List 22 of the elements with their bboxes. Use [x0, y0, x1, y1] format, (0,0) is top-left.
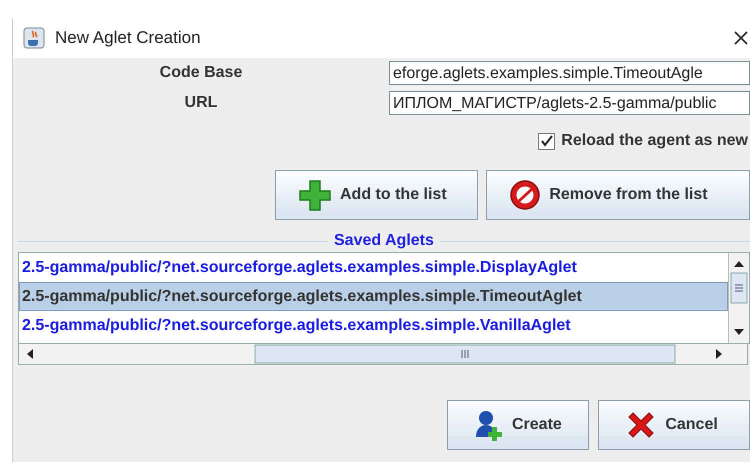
- field-label: URL: [184, 94, 218, 112]
- text-field[interactable]: eforge.aglets.examples.simple.TimeoutAgle: [389, 61, 750, 85]
- user-add-icon: [474, 409, 504, 441]
- plus-icon: [298, 179, 332, 211]
- close-icon[interactable]: [734, 31, 748, 45]
- vertical-scrollbar[interactable]: [728, 253, 749, 343]
- cancel-button[interactable]: Cancel: [598, 400, 750, 450]
- group-title: Saved Aglets: [334, 232, 434, 250]
- java-cup-icon: [23, 27, 45, 49]
- checkbox-label: Reload the agent as new: [561, 132, 748, 150]
- create-button[interactable]: Create: [447, 400, 590, 450]
- horizontal-scrollbar[interactable]: [18, 344, 748, 365]
- text-field[interactable]: ИПЛОМ_МАГИСТР/aglets-2.5-gamma/public: [389, 91, 750, 115]
- no-entry-icon: [509, 179, 542, 211]
- remove-button[interactable]: Remove from the list: [486, 170, 750, 220]
- list-item[interactable]: 2.5-gamma/public/?net.sourceforge.aglets.examples.simple.DisplayAglet: [19, 253, 728, 282]
- list-item[interactable]: 2.5-gamma/public/?net.sourceforge.aglets.examples.simple.VanillaAglet: [19, 311, 728, 340]
- list-item[interactable]: 2.5-gamma/public/?net.sourceforge.aglets.examples.simple.TimeoutAglet: [19, 282, 728, 311]
- checkbox[interactable]: [538, 132, 556, 150]
- add-button[interactable]: Add to the list: [275, 170, 478, 220]
- field-label: Code Base: [158, 64, 244, 82]
- window-title: New Aglet Creation: [55, 28, 202, 48]
